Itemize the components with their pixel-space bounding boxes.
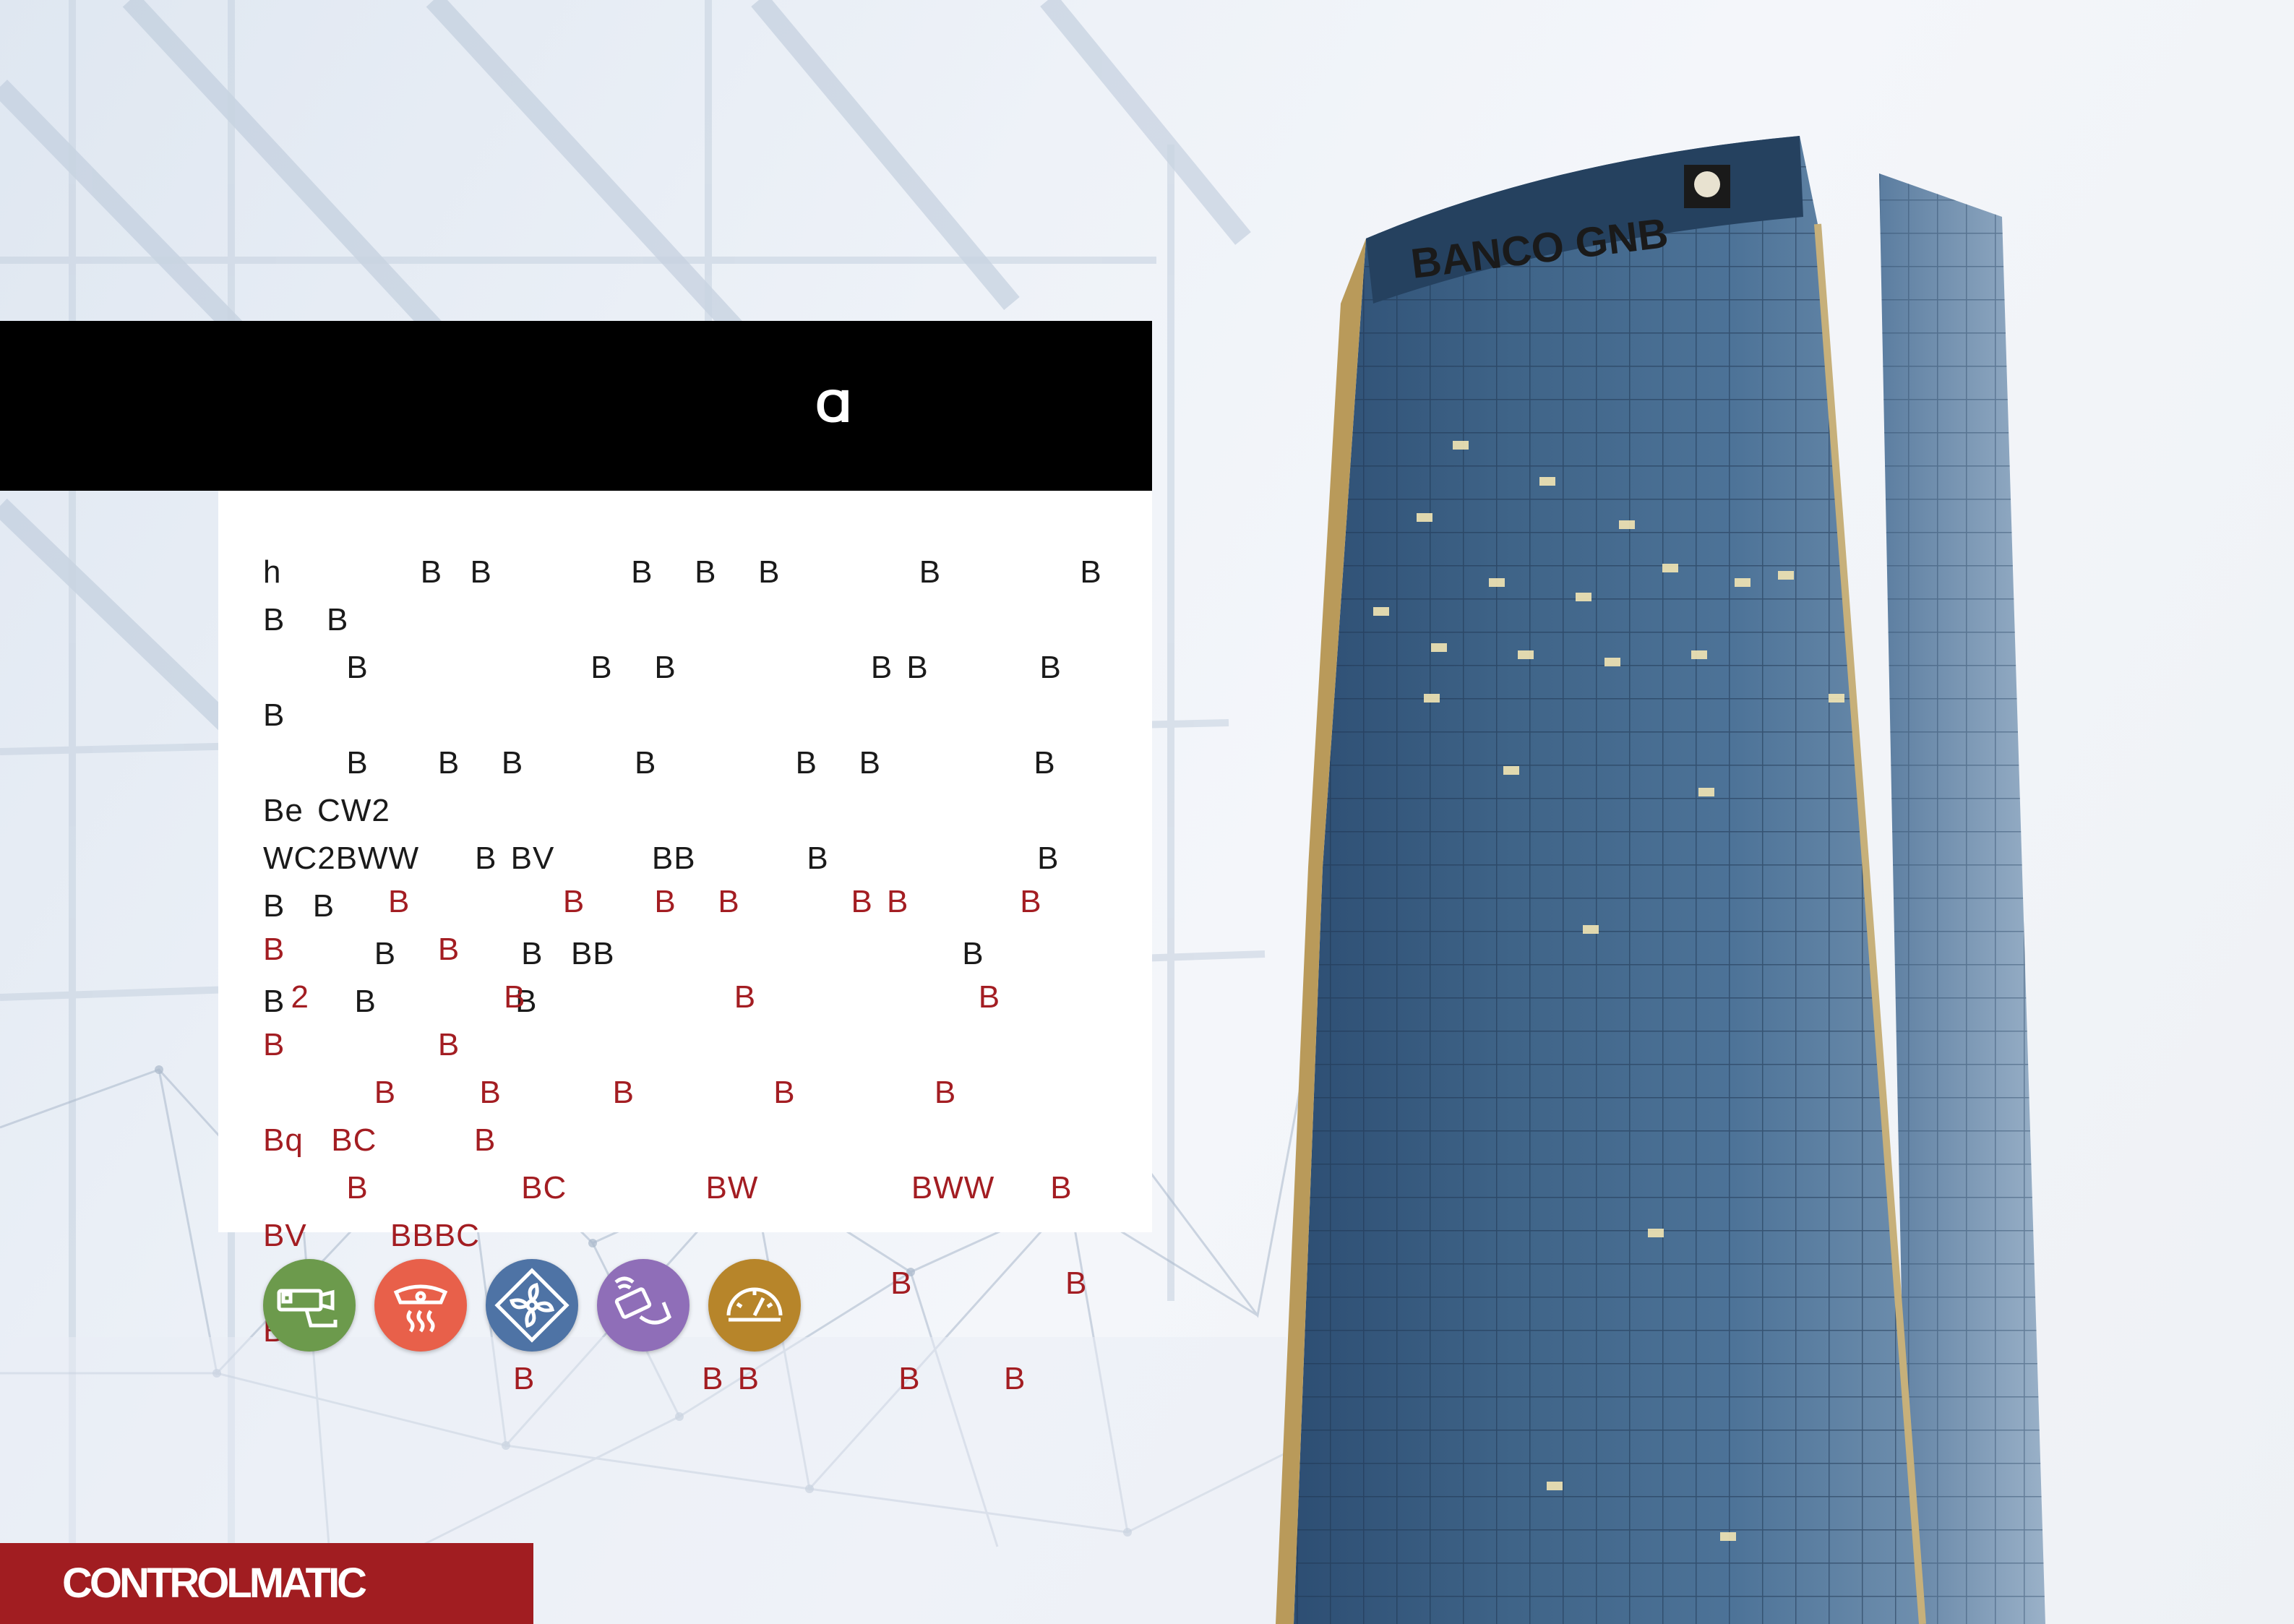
brand-logo: CONTROLMATIC xyxy=(62,1560,367,1607)
header-logo: CI xyxy=(815,380,851,432)
cctv-camera-icon xyxy=(263,1259,356,1352)
footer-brand-bar: CONTROLMATIC xyxy=(0,1543,533,1624)
header-bar xyxy=(0,321,1152,491)
content-panel: h B B B B B B B B B B B B B B B B B B B … xyxy=(218,491,1152,1396)
gauge-meter-icon xyxy=(708,1259,801,1352)
access-card-icon xyxy=(597,1259,690,1352)
smoke-detector-icon xyxy=(374,1259,467,1352)
fan-hvac-icon xyxy=(486,1259,578,1352)
